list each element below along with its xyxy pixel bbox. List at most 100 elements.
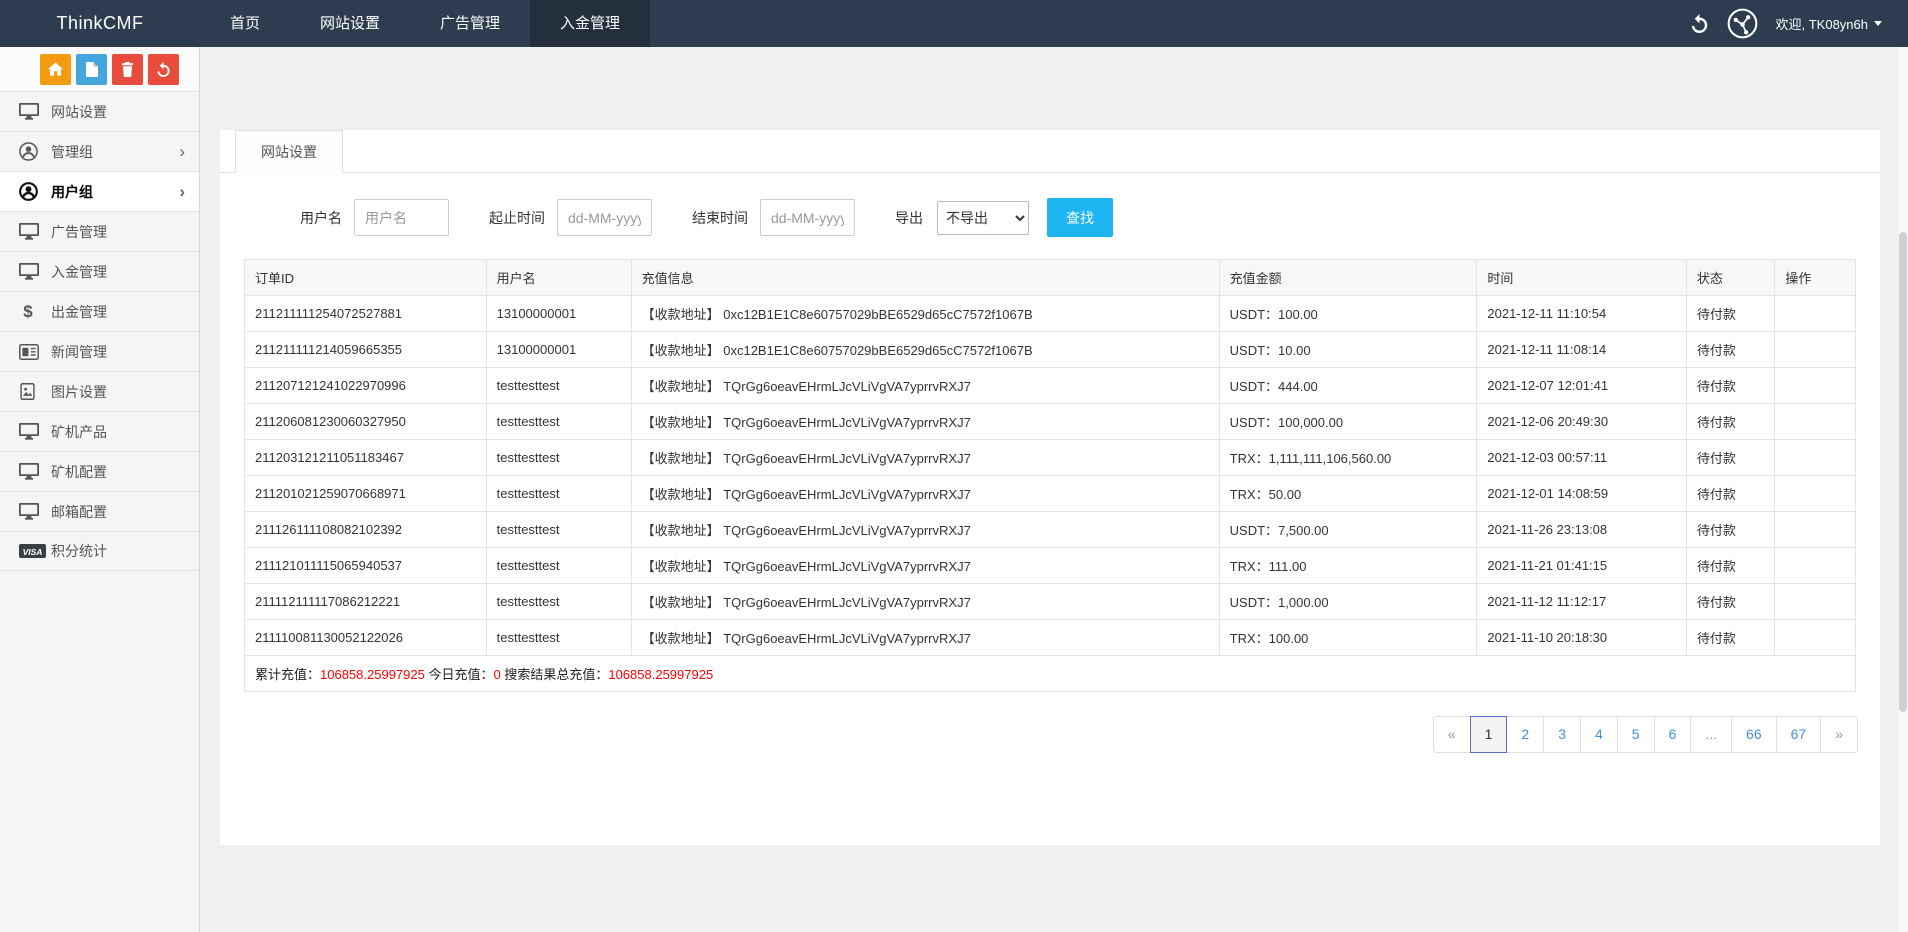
desktop-icon bbox=[19, 503, 51, 520]
table-row: 211201021259070668971testtesttest【收款地址】 … bbox=[245, 476, 1856, 512]
column-header: 充值金额 bbox=[1219, 260, 1477, 296]
avatar[interactable] bbox=[1727, 8, 1758, 39]
sidebar-item-7[interactable]: 新闻管理 › bbox=[0, 331, 199, 371]
news-icon bbox=[19, 344, 51, 360]
table-cell bbox=[1775, 512, 1856, 548]
welcome-text: 欢迎, TK08yn6h bbox=[1776, 14, 1869, 33]
search-button[interactable]: 查找 bbox=[1047, 198, 1113, 237]
file-quick-button[interactable] bbox=[76, 54, 107, 85]
nav-item-3[interactable]: 广告管理 bbox=[410, 0, 530, 47]
table-cell: 待付款 bbox=[1686, 368, 1775, 404]
nav-item-2[interactable]: 网站设置 bbox=[290, 0, 410, 47]
chevron-right-icon: › bbox=[179, 183, 185, 200]
table-cell: USDT：100.00 bbox=[1219, 296, 1477, 332]
prev-page-button[interactable]: « bbox=[1433, 716, 1471, 753]
table-cell: USDT：444.00 bbox=[1219, 368, 1477, 404]
end-time-label: 结束时间 bbox=[692, 208, 748, 228]
table-cell: 211207121241022970996 bbox=[245, 368, 487, 404]
table-row: 21121111121405966535513100000001【收款地址】 0… bbox=[245, 332, 1856, 368]
sidebar-quickbar bbox=[0, 47, 199, 91]
next-page-button[interactable]: » bbox=[1820, 716, 1858, 753]
table-cell: 211112111117086212221 bbox=[245, 584, 487, 620]
page-button-6[interactable]: 6 bbox=[1654, 716, 1692, 753]
table-cell: 2021-12-06 20:49:30 bbox=[1477, 404, 1686, 440]
table-cell: TRX：50.00 bbox=[1219, 476, 1477, 512]
file-icon bbox=[86, 62, 98, 77]
table-cell: 2021-12-11 11:10:54 bbox=[1477, 296, 1686, 332]
tab-site-settings[interactable]: 网站设置 bbox=[235, 130, 343, 173]
column-header: 订单ID bbox=[245, 260, 487, 296]
export-select[interactable]: 不导出 bbox=[937, 201, 1029, 235]
nav-item-4[interactable]: 入金管理 bbox=[530, 0, 650, 47]
sidebar-item-9[interactable]: 矿机产品 › bbox=[0, 411, 199, 451]
column-header: 充值信息 bbox=[631, 260, 1219, 296]
start-time-input[interactable] bbox=[557, 199, 652, 236]
table-cell: 待付款 bbox=[1686, 584, 1775, 620]
table-cell bbox=[1775, 476, 1856, 512]
table-cell bbox=[1775, 368, 1856, 404]
table-cell: testtesttest bbox=[486, 476, 631, 512]
page-button-66[interactable]: 66 bbox=[1731, 716, 1777, 753]
table-cell: testtesttest bbox=[486, 548, 631, 584]
page-button-4[interactable]: 4 bbox=[1580, 716, 1618, 753]
image-icon bbox=[19, 382, 51, 401]
nav-item-1[interactable]: 首页 bbox=[200, 0, 290, 47]
table-cell: 待付款 bbox=[1686, 620, 1775, 656]
desktop-icon bbox=[19, 223, 51, 240]
sidebar-item-12[interactable]: VISA 积分统计 › bbox=[0, 531, 199, 571]
user-menu[interactable]: 欢迎, TK08yn6h bbox=[1776, 14, 1883, 33]
topbar-right: 欢迎, TK08yn6h bbox=[1690, 0, 1908, 47]
table-cell bbox=[1775, 584, 1856, 620]
refresh-quick-button[interactable] bbox=[148, 54, 179, 85]
table-cell: 211203121211051183467 bbox=[245, 440, 487, 476]
summary-number: 106858.25997925 bbox=[608, 667, 713, 682]
column-header: 状态 bbox=[1686, 260, 1775, 296]
table-row: 211110081130052122026testtesttest【收款地址】 … bbox=[245, 620, 1856, 656]
summary-label: 今日充值： bbox=[425, 667, 494, 682]
sidebar-item-4[interactable]: 广告管理 › bbox=[0, 211, 199, 251]
table-cell: 2021-11-21 01:41:15 bbox=[1477, 548, 1686, 584]
table-cell bbox=[1775, 332, 1856, 368]
table-cell: 待付款 bbox=[1686, 548, 1775, 584]
table-cell: 2021-11-26 23:13:08 bbox=[1477, 512, 1686, 548]
sidebar-item-6[interactable]: $ 出金管理 › bbox=[0, 291, 199, 331]
scrollbar-thumb[interactable] bbox=[1899, 232, 1907, 712]
table-cell: 2021-12-03 00:57:11 bbox=[1477, 440, 1686, 476]
deposit-table: 订单ID用户名充值信息充值金额时间状态操作 211211111254072527… bbox=[244, 259, 1856, 692]
visa-icon: VISA bbox=[19, 543, 51, 559]
sidebar-item-11[interactable]: 邮箱配置 › bbox=[0, 491, 199, 531]
page-button-3[interactable]: 3 bbox=[1543, 716, 1581, 753]
end-time-input[interactable] bbox=[760, 199, 855, 236]
sidebar-item-2[interactable]: 管理组 › bbox=[0, 131, 199, 171]
table-cell bbox=[1775, 440, 1856, 476]
sidebar-item-10[interactable]: 矿机配置 › bbox=[0, 451, 199, 491]
pagination: «123456...6667» bbox=[1434, 716, 1858, 753]
table-cell: 211211111254072527881 bbox=[245, 296, 487, 332]
sidebar-item-8[interactable]: 图片设置 › bbox=[0, 371, 199, 411]
table-cell: 【收款地址】 0xc12B1E1C8e60757029bBE6529d65cC7… bbox=[631, 332, 1219, 368]
sidebar-item-3[interactable]: 用户组 › bbox=[0, 171, 199, 211]
brand-logo[interactable]: ThinkCMF bbox=[0, 0, 200, 47]
user-icon bbox=[19, 182, 51, 201]
table-cell: 待付款 bbox=[1686, 332, 1775, 368]
table-cell: USDT：100,000.00 bbox=[1219, 404, 1477, 440]
sidebar-item-1[interactable]: 网站设置 › bbox=[0, 91, 199, 131]
sidebar-item-5[interactable]: 入金管理 › bbox=[0, 251, 199, 291]
refresh-icon[interactable] bbox=[1690, 14, 1709, 33]
table-cell: testtesttest bbox=[486, 368, 631, 404]
table-cell: 211126111108082102392 bbox=[245, 512, 487, 548]
table-cell: 211211111214059665355 bbox=[245, 332, 487, 368]
scrollbar-track[interactable] bbox=[1898, 47, 1908, 932]
page-button-2[interactable]: 2 bbox=[1506, 716, 1544, 753]
desktop-icon bbox=[19, 103, 51, 120]
table-cell: 待付款 bbox=[1686, 404, 1775, 440]
home-quick-button[interactable] bbox=[40, 54, 71, 85]
table-cell: USDT：1,000.00 bbox=[1219, 584, 1477, 620]
filter-toolbar: 用户名 起止时间 结束时间 导出 不导出 查找 bbox=[300, 198, 1880, 237]
page-button-67[interactable]: 67 bbox=[1776, 716, 1822, 753]
username-input[interactable] bbox=[354, 199, 449, 236]
page-button-1[interactable]: 1 bbox=[1470, 716, 1508, 753]
page-button-5[interactable]: 5 bbox=[1617, 716, 1655, 753]
desktop-icon bbox=[19, 463, 51, 480]
trash-quick-button[interactable] bbox=[112, 54, 143, 85]
